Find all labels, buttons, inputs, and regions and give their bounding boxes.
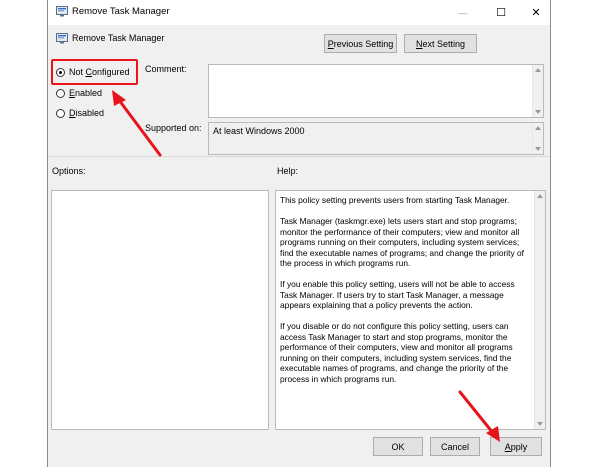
window-title: Remove Task Manager: [72, 6, 170, 17]
apply-button[interactable]: Apply: [490, 437, 542, 456]
help-panel[interactable]: This policy setting prevents users from …: [275, 190, 546, 430]
radio-label: Disabled: [69, 108, 105, 118]
policy-dialog: Remove Task Manager — ☐ ✕ Remove Task Ma…: [47, 0, 551, 467]
close-icon: ✕: [531, 7, 541, 19]
radio-disabled[interactable]: Disabled: [56, 108, 104, 118]
policy-app-icon: [56, 6, 68, 19]
comment-field[interactable]: [208, 64, 544, 118]
prev-label: revious Setting: [333, 38, 394, 49]
apply-label: pply: [510, 441, 528, 452]
scroll-up-icon[interactable]: [537, 194, 543, 198]
scroll-down-icon[interactable]: [535, 110, 541, 114]
title-bar[interactable]: Remove Task Manager — ☐ ✕: [48, 0, 550, 25]
options-panel[interactable]: [51, 190, 269, 430]
ok-label: OK: [391, 441, 405, 452]
maximize-button[interactable]: ☐: [481, 0, 521, 25]
help-scrollbar[interactable]: [534, 191, 545, 429]
supported-on-label: Supported on:: [145, 123, 202, 133]
help-paragraph: If you enable this policy setting, users…: [280, 279, 515, 310]
policy-title: Remove Task Manager: [72, 33, 165, 43]
options-label: Options:: [52, 166, 86, 176]
comment-scrollbar[interactable]: [532, 65, 543, 117]
radio-not-configured[interactable]: Not Configured: [56, 67, 130, 77]
next-label: ext Setting: [422, 38, 466, 49]
policy-setting-icon: [56, 33, 68, 46]
previous-setting-button[interactable]: Previous Setting: [324, 34, 397, 53]
help-label: Help:: [277, 166, 299, 176]
maximize-icon: ☐: [496, 7, 506, 19]
supported-scrollbar[interactable]: [532, 123, 543, 154]
minimize-button[interactable]: —: [443, 0, 483, 25]
divider: [48, 156, 550, 157]
radio-indicator: [56, 88, 65, 98]
scroll-down-icon[interactable]: [535, 147, 541, 151]
close-button[interactable]: ✕: [516, 0, 556, 25]
supported-on-field: At least Windows 2000: [208, 122, 544, 155]
cancel-button[interactable]: Cancel: [430, 437, 480, 456]
cancel-label: Cancel: [440, 441, 469, 452]
help-paragraph: This policy setting prevents users from …: [280, 195, 510, 205]
radio-indicator: [56, 67, 65, 77]
scroll-down-icon[interactable]: [537, 422, 543, 426]
radio-label: Enabled: [69, 88, 103, 98]
comment-label: Comment:: [145, 64, 187, 74]
ok-button[interactable]: OK: [373, 437, 423, 456]
supported-on-value: At least Windows 2000: [213, 126, 305, 136]
radio-enabled[interactable]: Enabled: [56, 88, 102, 98]
next-setting-button[interactable]: Next Setting: [404, 34, 477, 53]
scroll-up-icon[interactable]: [535, 126, 541, 130]
radio-label: Not Configured: [69, 67, 130, 77]
minimize-icon: —: [458, 7, 468, 18]
help-paragraph: If you disable or do not configure this …: [280, 321, 513, 384]
radio-indicator: [56, 108, 65, 118]
scroll-up-icon[interactable]: [535, 68, 541, 72]
help-paragraph: Task Manager (taskmgr.exe) lets users st…: [280, 216, 524, 268]
